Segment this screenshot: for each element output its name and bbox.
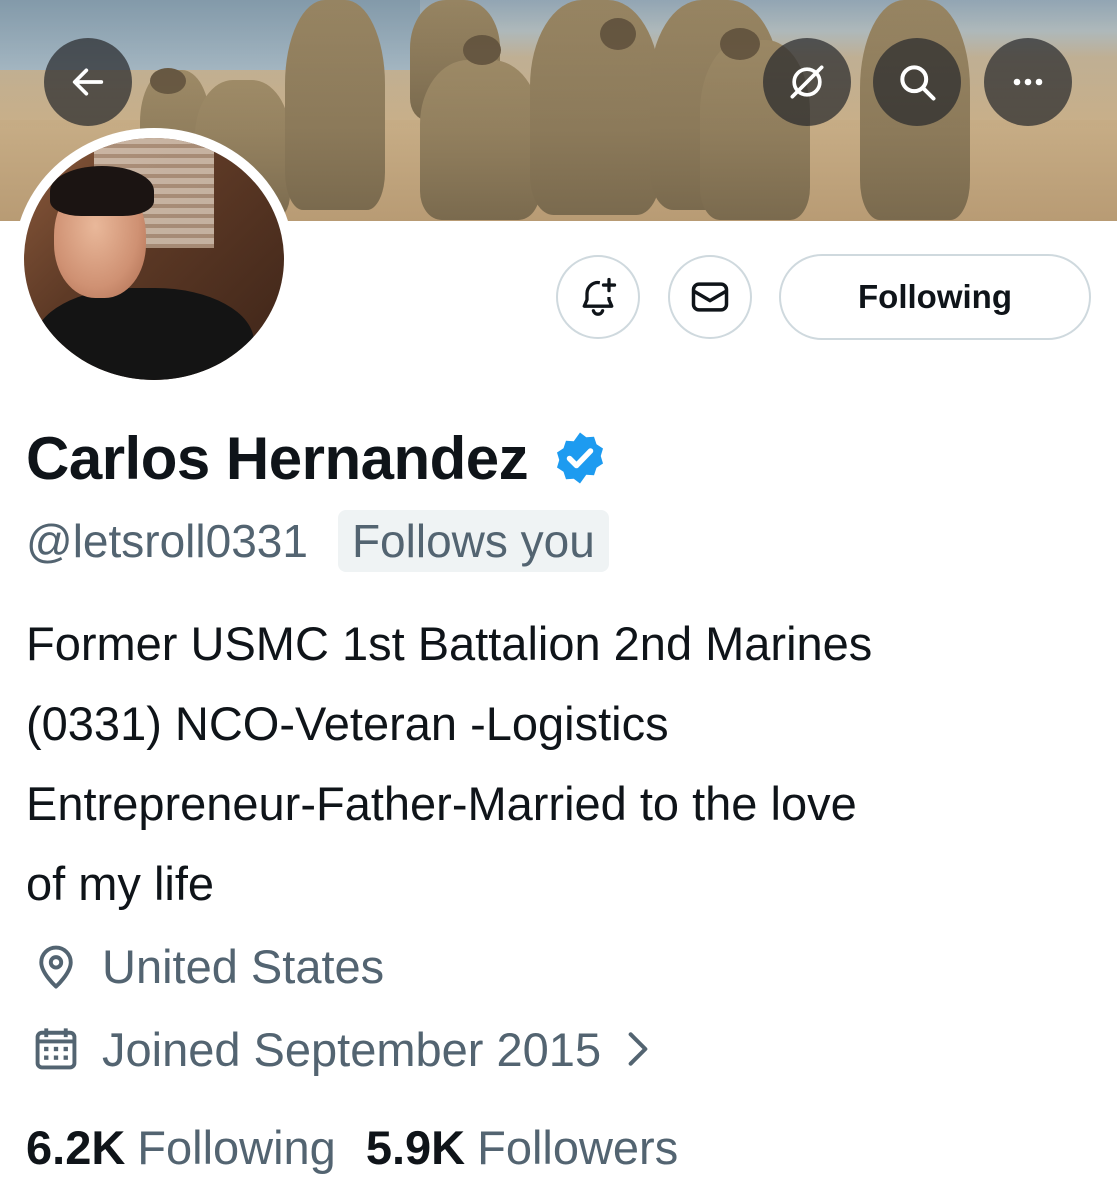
slashed-circle-icon bbox=[790, 65, 824, 99]
bio-line: Former USMC 1st Battalion 2nd Marines bbox=[26, 617, 873, 670]
notifications-button[interactable] bbox=[556, 255, 640, 339]
avatar-shirt bbox=[34, 288, 254, 380]
calendar-icon bbox=[35, 1028, 77, 1070]
more-button[interactable] bbox=[984, 38, 1072, 126]
message-button[interactable] bbox=[668, 255, 752, 339]
following-count: 6.2K bbox=[26, 1120, 126, 1174]
bell-plus-icon bbox=[582, 277, 617, 316]
following-stat-link[interactable]: 6.2K Following bbox=[26, 1120, 336, 1175]
location-row: United States bbox=[30, 934, 384, 998]
profile-bio: Former USMC 1st Battalion 2nd Marines (0… bbox=[26, 604, 1101, 924]
arrow-left-icon bbox=[72, 68, 104, 96]
avatar-photo bbox=[24, 138, 284, 380]
following-button[interactable]: Following bbox=[779, 254, 1091, 340]
following-label: Following bbox=[137, 1120, 336, 1174]
back-button[interactable] bbox=[44, 38, 132, 126]
follow-stats: 6.2K Following 5.9K Followers bbox=[26, 1114, 678, 1180]
chevron-right-icon bbox=[628, 1032, 648, 1066]
search-icon bbox=[900, 65, 936, 101]
profile-handle-row: @letsroll0331 Follows you bbox=[26, 508, 609, 574]
bio-line: (0331) NCO-Veteran -Logistics bbox=[26, 697, 669, 750]
follows-you-badge: Follows you bbox=[337, 510, 609, 572]
joined-text: Joined September 2015 bbox=[102, 1022, 602, 1076]
joined-row[interactable]: Joined September 2015 bbox=[30, 1017, 655, 1081]
bio-line: of my life bbox=[26, 857, 215, 910]
location-text: United States bbox=[102, 939, 385, 993]
followers-count: 5.9K bbox=[365, 1120, 466, 1174]
profile-avatar[interactable] bbox=[14, 128, 294, 390]
avatar-hair bbox=[50, 166, 154, 216]
more-horizontal-icon bbox=[1013, 78, 1043, 86]
profile-page: Following Carlos Hernandez @letsroll0331… bbox=[0, 0, 1117, 1200]
profile-name-row: Carlos Hernandez bbox=[26, 418, 610, 498]
envelope-icon bbox=[691, 282, 729, 312]
username-handle: @letsroll0331 bbox=[26, 515, 308, 567]
followers-stat-link[interactable]: 5.9K Followers bbox=[366, 1120, 678, 1175]
followers-label: Followers bbox=[477, 1120, 679, 1174]
location-pin-icon bbox=[39, 945, 73, 989]
translate-button[interactable] bbox=[763, 38, 851, 126]
verified-badge-icon[interactable] bbox=[550, 428, 610, 488]
display-name: Carlos Hernandez bbox=[26, 424, 529, 492]
bio-line: Entrepreneur-Father-Married to the love bbox=[26, 777, 857, 830]
search-button[interactable] bbox=[873, 38, 961, 126]
